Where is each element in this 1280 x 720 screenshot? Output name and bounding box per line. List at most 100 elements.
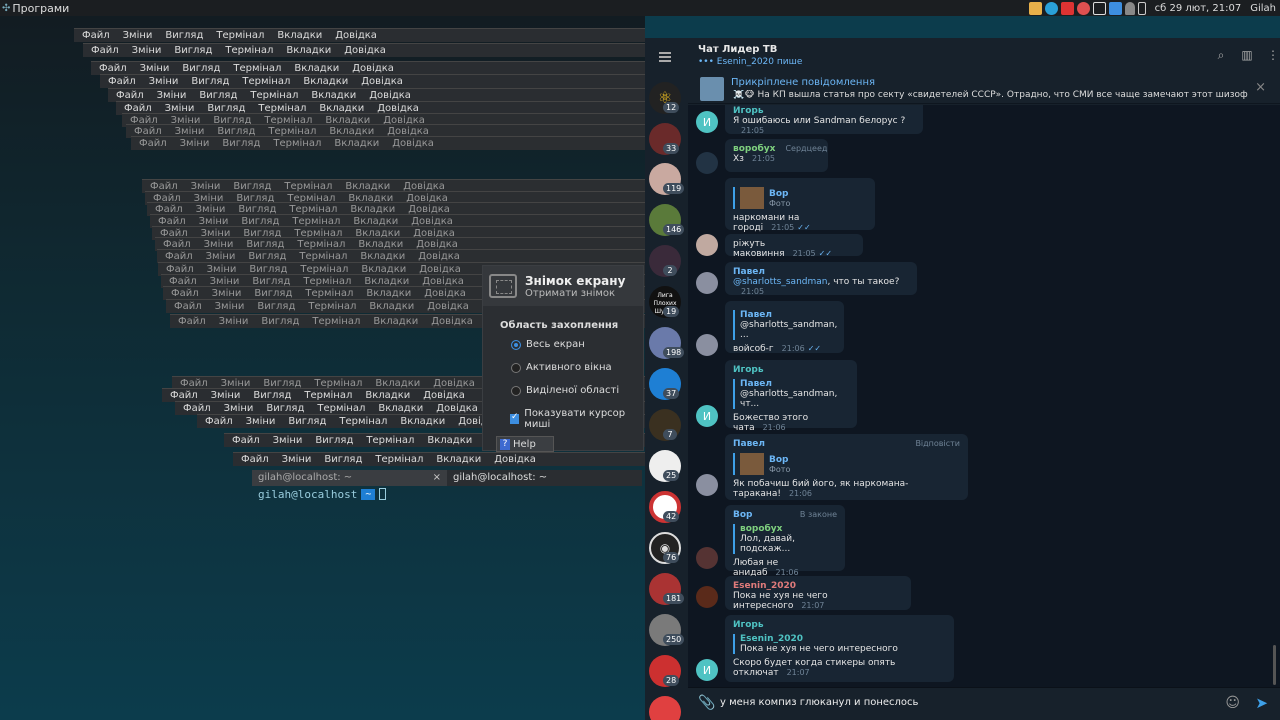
media-icon[interactable] xyxy=(1076,1,1090,15)
terminal-menu-item[interactable]: Вкладки xyxy=(378,403,423,414)
terminal-menu-item[interactable]: Термінал xyxy=(242,76,290,87)
terminal-menu-item[interactable]: Файл xyxy=(165,251,193,262)
terminal-menu-item[interactable]: Вигляд xyxy=(199,90,237,101)
terminal-tab-1[interactable]: gilah@localhost: ~ × xyxy=(252,470,447,486)
terminal-menu-item[interactable]: Термінал xyxy=(312,316,360,327)
terminal-menu-item[interactable]: Довідка xyxy=(335,30,377,41)
terminal-menu-item[interactable]: Зміни xyxy=(206,251,236,262)
chat-title[interactable]: Чат Лидер ТВ xyxy=(698,44,777,55)
terminal-menu-item[interactable]: Зміни xyxy=(123,30,153,41)
terminal-menu-item[interactable]: Вкладки xyxy=(366,288,411,299)
terminal-menu-item[interactable]: Термінал xyxy=(308,301,356,312)
terminal-menu-item[interactable]: Вкладки xyxy=(369,301,414,312)
terminal-menu-item[interactable]: Вкладки xyxy=(365,390,410,401)
terminal-menu-item[interactable]: Довідка xyxy=(431,316,473,327)
terminal-menu-item[interactable]: Вкладки xyxy=(303,76,348,87)
terminal-menu-item[interactable]: Вкладки xyxy=(277,30,322,41)
clock[interactable]: сб 29 лют, 21:07 xyxy=(1155,3,1242,14)
bell-icon[interactable] xyxy=(1124,1,1135,15)
terminal-menu-item[interactable]: Довідка xyxy=(427,301,469,312)
message-bubble[interactable]: Павел @sharlotts_sandman, что ты такое? 2… xyxy=(725,262,917,296)
option-selected-area[interactable]: Виділеної області xyxy=(483,379,643,402)
reply-quote[interactable]: Вор Фото xyxy=(733,453,960,475)
terminal-menu-item[interactable]: Файл xyxy=(205,416,233,427)
terminal-menu-item[interactable]: Довідка xyxy=(423,390,465,401)
terminal-menu-item[interactable]: Термінал xyxy=(250,90,298,101)
terminal-menu-item[interactable]: Зміни xyxy=(246,416,276,427)
terminal-menu-item[interactable]: Вигляд xyxy=(248,251,286,262)
terminal-menu-item[interactable]: Довідка xyxy=(352,63,394,74)
avatar[interactable] xyxy=(696,474,718,496)
terminal-menu-item[interactable]: Зміни xyxy=(273,435,303,446)
avatar[interactable] xyxy=(696,272,718,294)
avatar[interactable] xyxy=(696,152,718,174)
terminal-menu-item[interactable]: Вкладки xyxy=(436,454,481,465)
terminal-menu-item[interactable]: Термінал xyxy=(366,435,414,446)
message-bubble[interactable]: Вор Фото наркомани на городі 21:05 ✓✓ xyxy=(725,178,875,233)
terminal-menu-item[interactable]: Довідка xyxy=(418,251,460,262)
terminal-menu-item[interactable]: Вкладки xyxy=(360,251,405,262)
terminal-menu-item[interactable]: Файл xyxy=(171,288,199,299)
message-bubble[interactable]: Павел Відповісти Вор Фото Як побачиш бий й… xyxy=(725,434,968,500)
reply-quote[interactable]: Вор Фото xyxy=(733,187,867,209)
user-menu[interactable]: Gilah xyxy=(1250,3,1276,14)
terminal-menu-item[interactable]: Довідка xyxy=(494,454,536,465)
terminal-menu-item[interactable]: Вигляд xyxy=(315,435,353,446)
send-icon[interactable]: ➤ xyxy=(1255,694,1268,712)
terminal-menu-item[interactable]: Термінал xyxy=(216,30,264,41)
files-icon[interactable] xyxy=(1028,1,1042,15)
message-bubble[interactable]: Игорь Павел @sharlotts_sandman, чт... Бож… xyxy=(725,360,857,433)
terminal-menu-item[interactable]: Зміни xyxy=(140,63,170,74)
terminal-menu-item[interactable]: Термінал xyxy=(299,251,347,262)
avatar[interactable] xyxy=(696,234,718,256)
avatar[interactable]: И xyxy=(696,405,718,427)
terminal-menu-item[interactable]: Зміни xyxy=(149,76,179,87)
terminal-menu-item[interactable]: Вигляд xyxy=(191,76,229,87)
terminal-menu-item[interactable]: Вигляд xyxy=(254,288,292,299)
terminal-menu-item[interactable]: Довідка xyxy=(392,138,434,149)
terminal-menu-item[interactable]: Файл xyxy=(174,301,202,312)
avatar[interactable] xyxy=(696,586,718,608)
apps-menu-button[interactable]: ✣ Програми xyxy=(0,0,69,16)
option-active-window[interactable]: Активного вікна xyxy=(483,356,643,379)
terminal-menu-item[interactable]: Термінал xyxy=(233,63,281,74)
avatar[interactable] xyxy=(696,334,718,356)
terminal-prompt[interactable]: gilah@localhost ~ xyxy=(258,486,387,502)
avatar[interactable]: И xyxy=(696,659,718,681)
terminal-menu-item[interactable]: Зміни xyxy=(212,288,242,299)
scrollbar-thumb[interactable] xyxy=(1273,645,1276,685)
terminal-menu-item[interactable]: Вкладки xyxy=(427,435,472,446)
message-bubble[interactable]: Вор В законе воробух Лол, давай, подскаж..… xyxy=(725,505,845,578)
terminal-menu-item[interactable]: Зміни xyxy=(219,316,249,327)
terminal-menu-item[interactable]: Довідка xyxy=(369,90,411,101)
close-tab-icon[interactable]: × xyxy=(433,470,441,486)
attach-icon[interactable]: 📎 xyxy=(698,695,715,711)
terminal-menu-item[interactable]: Зміни xyxy=(215,301,245,312)
terminal-menu-item[interactable]: Вигляд xyxy=(324,454,362,465)
show-cursor-checkbox[interactable]: Показувати курсор миші xyxy=(483,402,643,436)
terminal-menu-item[interactable]: Файл xyxy=(170,390,198,401)
terminal-menu-item[interactable]: Файл xyxy=(241,454,269,465)
terminal-menu-item[interactable]: Файл xyxy=(232,435,260,446)
reply-quote[interactable]: Павел @sharlotts_sandman, чт... xyxy=(733,379,849,409)
telegram-icon[interactable] xyxy=(1044,1,1058,15)
reply-quote[interactable]: Esenin_2020 Пока не хуя не чего интересно… xyxy=(733,634,946,654)
terminal-menu-item[interactable]: Вигляд xyxy=(165,30,203,41)
terminal-menu-item[interactable]: Вигляд xyxy=(257,301,295,312)
terminal-menu-item[interactable]: Зміни xyxy=(224,403,254,414)
emoji-icon[interactable]: ☺ xyxy=(1225,695,1240,711)
message-input[interactable]: у меня компиз глюканул и понеслось xyxy=(720,697,918,708)
message-scrollbar[interactable] xyxy=(1270,105,1280,687)
terminal-menu-item[interactable]: Термінал xyxy=(317,403,365,414)
message-bubble[interactable]: Игорь Esenin_2020 Пока не хуя не чего инт… xyxy=(725,615,954,682)
terminal-menu-item[interactable]: Файл xyxy=(183,403,211,414)
message-bubble[interactable]: Игорь Я ошибаюсь или Sandman белорус ?21… xyxy=(725,105,923,135)
terminal-menu-item[interactable]: Вигляд xyxy=(266,403,304,414)
reply-action[interactable]: Відповісти xyxy=(915,439,960,449)
terminal-menu-item[interactable]: Файл xyxy=(91,45,119,56)
reply-quote[interactable]: воробух Лол, давай, подскаж... xyxy=(733,524,837,554)
message-bubble[interactable]: ріжуть маковиння 21:05 ✓✓ xyxy=(725,234,863,259)
volume-icon[interactable] xyxy=(1108,1,1122,15)
battery-icon[interactable] xyxy=(1137,1,1146,15)
terminal-menu-item[interactable]: Файл xyxy=(82,30,110,41)
